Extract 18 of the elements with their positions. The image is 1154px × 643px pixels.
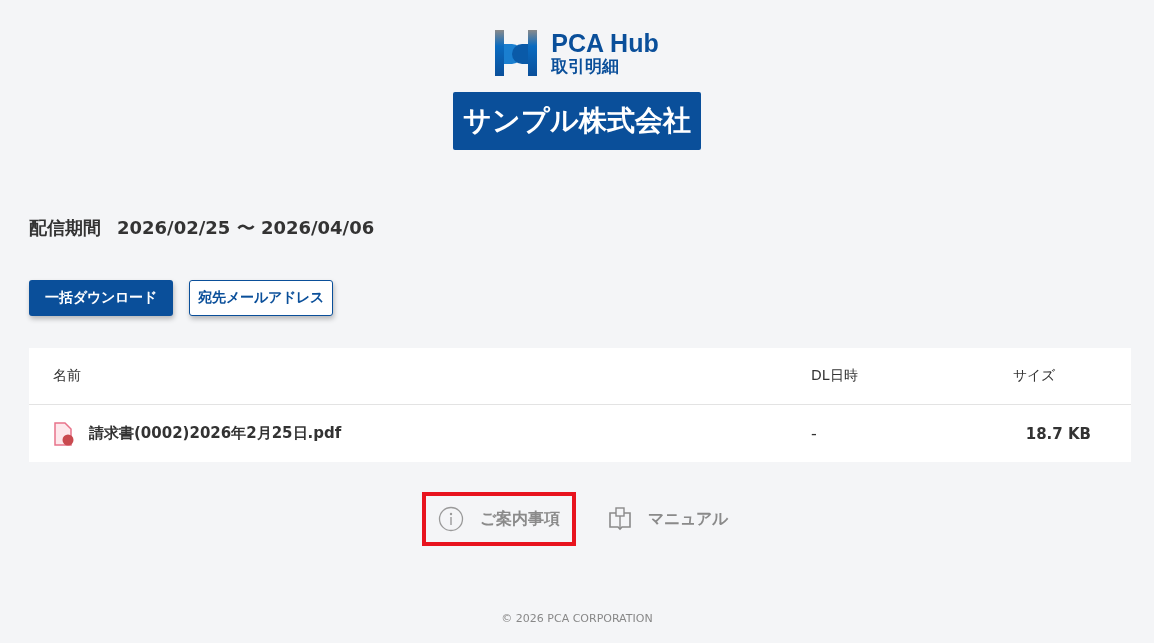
pdf-file-icon [53, 421, 75, 446]
book-icon [608, 507, 632, 531]
info-icon [438, 506, 464, 532]
table-cell-text: 18.7 KB [1024, 424, 1091, 443]
column-header: サイズ [1012, 367, 1056, 385]
period-label: 配信期間 [29, 216, 101, 240]
email-button[interactable]: 宛先メールアドレス [189, 280, 333, 316]
logo-product: 取引明細 [551, 58, 621, 75]
column-header: DL日時 [811, 367, 859, 385]
logo-icon [495, 30, 540, 76]
table-cell-text: - [811, 424, 818, 443]
file-name-link[interactable]: 請求書(0002)2026年2月25日.pdf [89, 424, 342, 443]
column-header: 名前 [53, 367, 82, 385]
logo-brand: PCA Hub [551, 31, 659, 56]
company-name: サンプル株式会社 [453, 92, 701, 150]
period-value: 2026/02/25 〜 2026/04/06 [117, 216, 375, 240]
copyright-text: © 2026 PCA CORPORATION [501, 612, 653, 625]
download-button[interactable]: 一括ダウンロード [29, 280, 173, 316]
